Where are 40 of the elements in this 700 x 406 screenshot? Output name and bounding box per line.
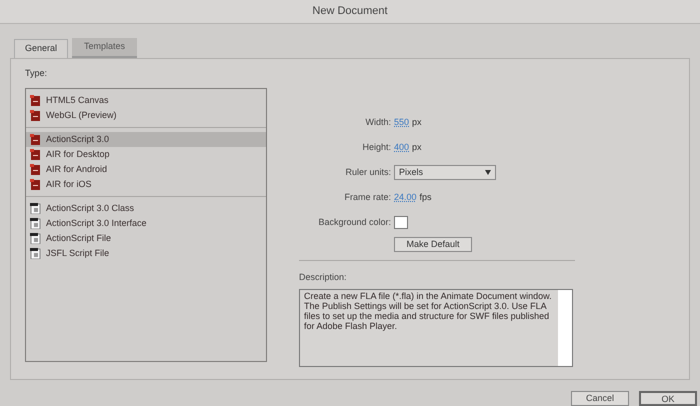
setting-label: Height: (361, 140, 391, 154)
type-list-item[interactable]: ActionScript 3.0 Interface (26, 216, 266, 231)
setting-label: Background color: (317, 216, 391, 229)
window-title: New Document (312, 4, 388, 20)
cancel-button[interactable]: Cancel (571, 390, 629, 406)
make-default-button[interactable]: Make Default (394, 236, 472, 252)
unit-label: px (412, 140, 422, 154)
document-icon (30, 95, 41, 106)
document-icon (30, 164, 41, 175)
document-icon (30, 149, 41, 160)
script-file-icon (30, 233, 41, 244)
tab[interactable]: General (14, 39, 68, 58)
setting-label: Frame rate: (343, 190, 391, 204)
description-text: Create a new FLA file (*.fla) in the Animate Document window. The Publish Settings will be set for ActionScript 3.0. Use FLA files to set up the media and structure for SWF files published for Adobe Flash Player. (303, 290, 553, 333)
document-icon (30, 134, 41, 145)
type-list-item[interactable]: AIR for Desktop (26, 147, 266, 162)
setting-label: Ruler units: (344, 166, 391, 179)
type-list-item[interactable]: ActionScript 3.0 (26, 132, 266, 147)
ok-button[interactable]: OK (639, 390, 697, 406)
type-list-item[interactable]: HTML5 Canvas (26, 93, 266, 108)
caret-icon (485, 170, 491, 175)
tab[interactable]: Templates (72, 38, 138, 58)
unit-label: fps (420, 190, 432, 204)
ruler-units-dropdown[interactable]: Pixels (394, 165, 496, 180)
description-label: Description: (299, 270, 348, 284)
type-list-item[interactable]: ActionScript 3.0 Class (26, 201, 266, 216)
document-icon (30, 179, 41, 190)
document-icon (30, 110, 41, 121)
type-label: Type: (25, 66, 48, 80)
script-file-icon (30, 203, 41, 214)
script-file-icon (30, 218, 41, 229)
script-file-icon (30, 248, 41, 259)
type-list-item[interactable]: AIR for iOS (26, 177, 266, 192)
unit-label: px (412, 116, 422, 129)
color-swatch[interactable] (394, 216, 408, 229)
type-list-item[interactable]: JSFL Script File (26, 246, 266, 261)
type-list-item[interactable]: WebGL (Preview) (26, 108, 266, 123)
type-list-item[interactable]: ActionScript File (26, 231, 266, 246)
type-list-item[interactable]: AIR for Android (26, 162, 266, 177)
setting-label: Width: (364, 116, 391, 129)
